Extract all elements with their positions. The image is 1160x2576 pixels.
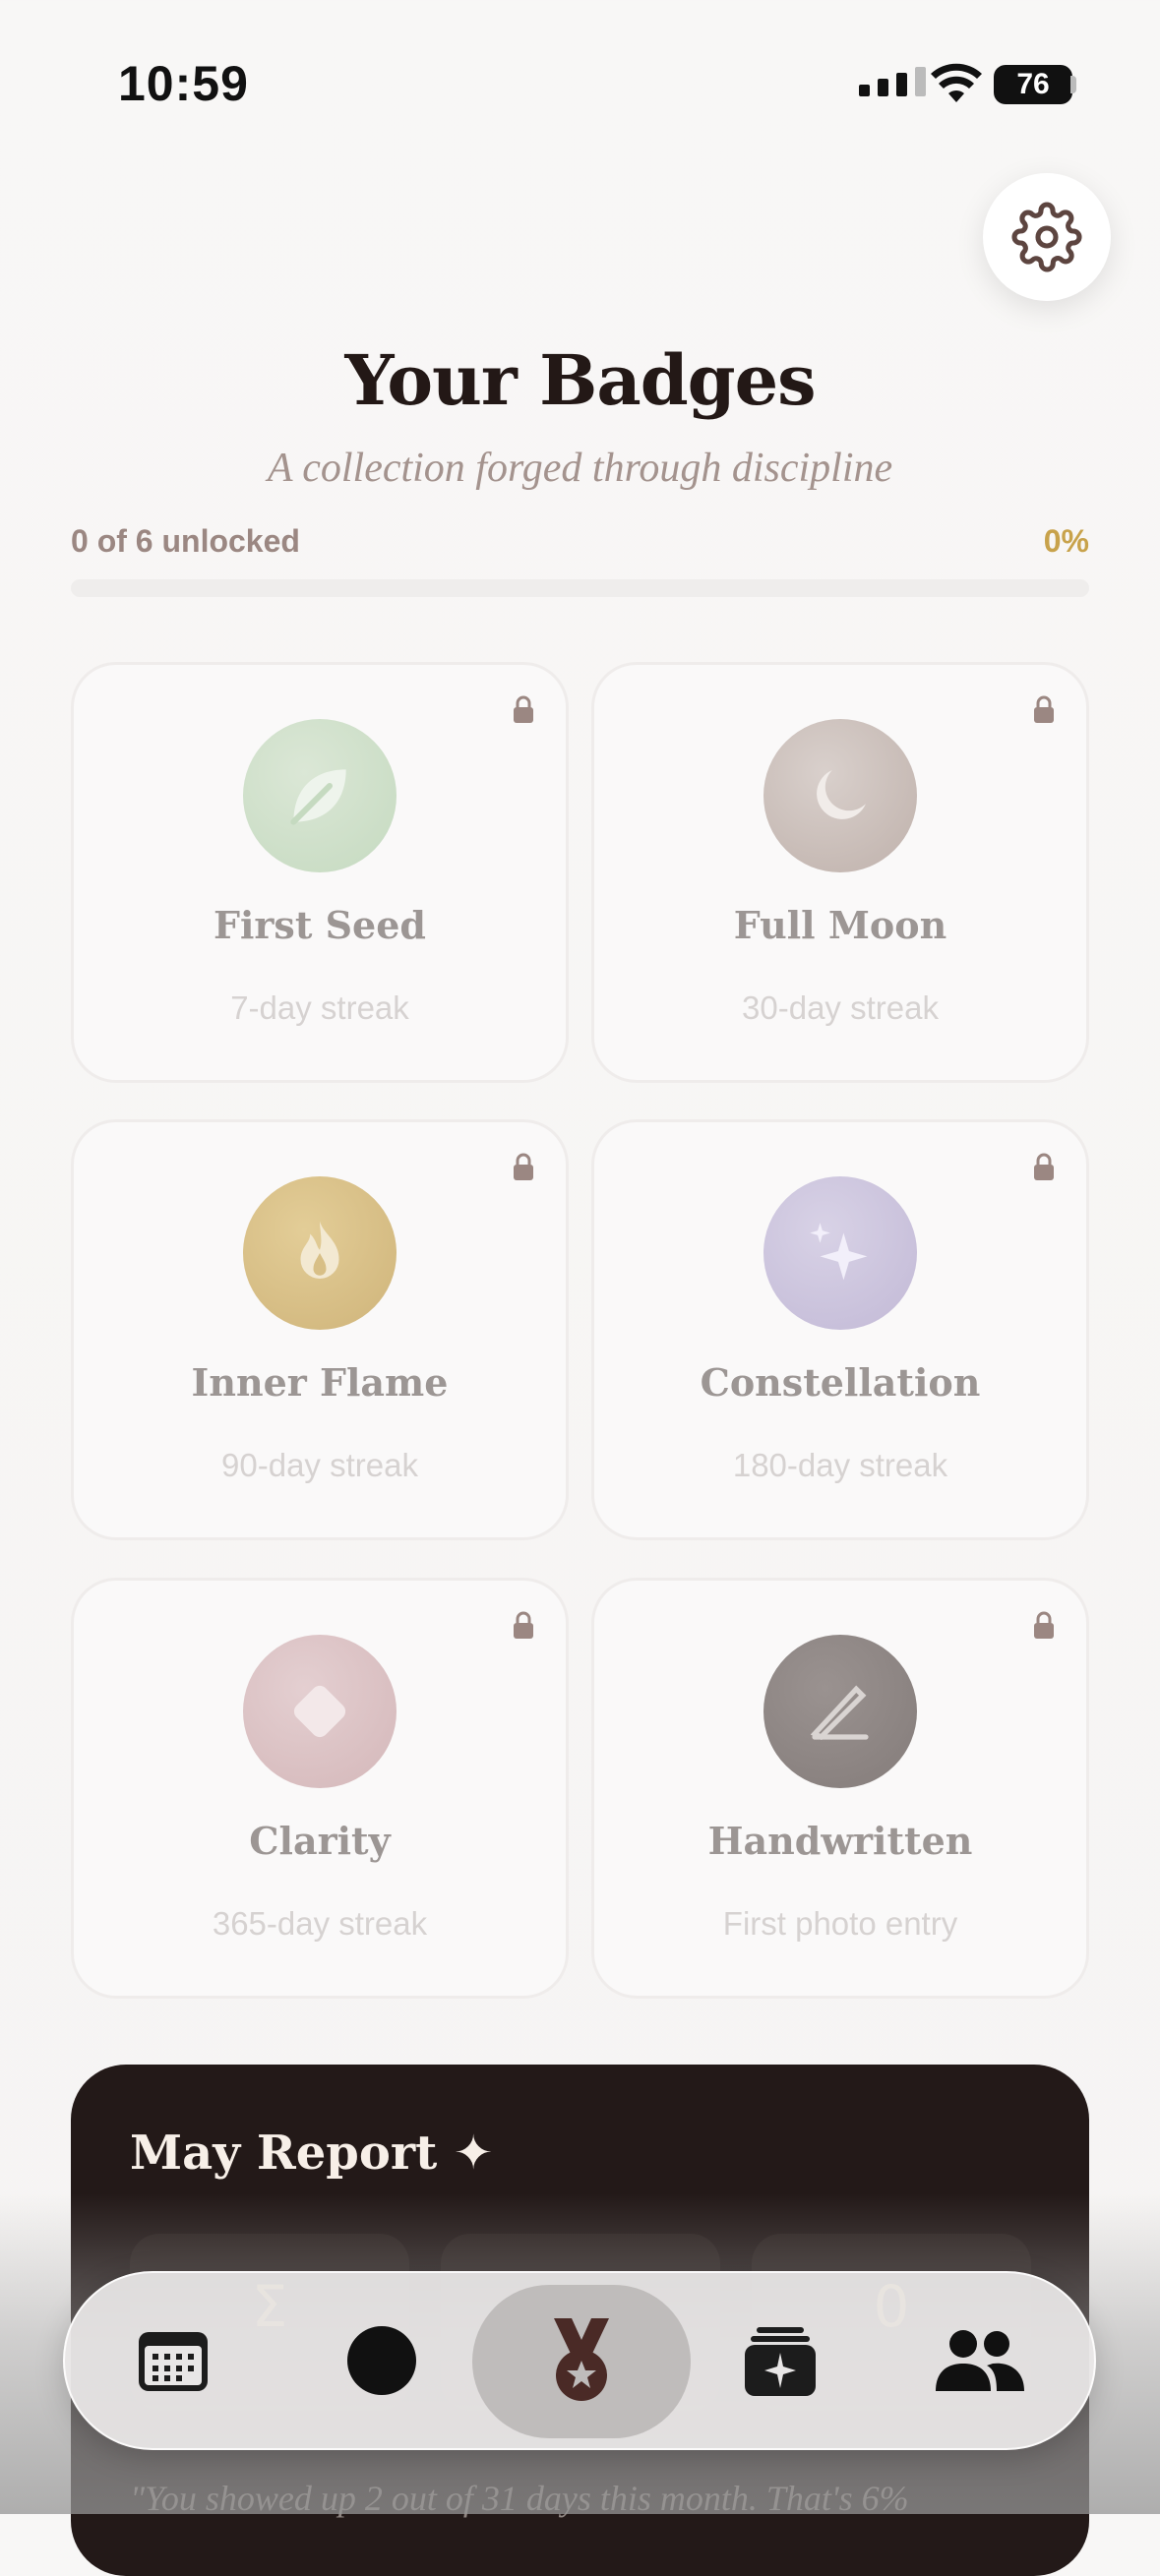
tab-calendar[interactable] — [99, 2273, 247, 2448]
status-time: 10:59 — [118, 56, 249, 111]
unlock-count: 0 of 6 unlocked — [71, 523, 300, 559]
page-title: Your Badges — [344, 339, 816, 421]
badge-name: Clarity — [249, 1819, 391, 1863]
badge-name: Full Moon — [733, 903, 947, 947]
badge-card-first-seed[interactable]: First Seed 7-day streak — [71, 662, 569, 1083]
badge-icon-circle — [243, 1176, 397, 1330]
badge-requirement: 90-day streak — [221, 1447, 418, 1483]
badge-icon-circle — [763, 1176, 917, 1330]
tab-record[interactable] — [308, 2273, 456, 2448]
gear-icon — [1011, 202, 1082, 272]
badge-requirement: 30-day streak — [742, 989, 939, 1026]
signal-icon — [859, 67, 926, 96]
page-subtitle: A collection forged through discipline — [267, 446, 893, 491]
flame-icon — [300, 1221, 339, 1279]
cards-sparkle-icon — [745, 2327, 816, 2396]
progress-bar — [71, 579, 1089, 597]
badge-requirement: 365-day streak — [212, 1905, 428, 1942]
unlock-percent: 0% — [1043, 523, 1089, 559]
circle-icon — [347, 2326, 416, 2395]
badge-card-full-moon[interactable]: Full Moon 30-day streak — [591, 662, 1089, 1083]
battery-cap — [1070, 76, 1076, 93]
lock-icon — [1034, 1611, 1054, 1639]
badge-requirement: First photo entry — [722, 1905, 958, 1942]
sparkle-icon: ✦ — [454, 2126, 494, 2181]
calendar-icon — [139, 2332, 208, 2391]
sparkle-icon — [810, 1223, 868, 1281]
people-icon — [936, 2330, 1024, 2391]
badge-icon-circle — [243, 1635, 397, 1788]
moon-icon — [817, 770, 866, 819]
lock-icon — [514, 695, 533, 723]
report-title: May Report ✦ — [130, 2126, 493, 2181]
badge-icon-circle — [763, 1635, 917, 1788]
badge-icon-circle — [243, 719, 397, 872]
badge-name: Handwritten — [707, 1819, 973, 1863]
badge-requirement: 7-day streak — [230, 989, 409, 1026]
badge-card-clarity[interactable]: Clarity 365-day streak — [71, 1578, 569, 1999]
report-quote: "You showed up 2 out of 31 days this mon… — [130, 2479, 909, 2518]
badge-card-inner-flame[interactable]: Inner Flame 90-day streak — [71, 1119, 569, 1540]
badge-name: Constellation — [700, 1360, 981, 1405]
badge-card-handwritten[interactable]: Handwritten First photo entry — [591, 1578, 1089, 1999]
lock-icon — [514, 1153, 533, 1180]
lock-icon — [514, 1611, 533, 1639]
battery-icon: 76 — [994, 65, 1072, 104]
pen-icon — [810, 1685, 869, 1741]
leaf-icon — [290, 769, 346, 825]
lock-icon — [1034, 695, 1054, 723]
medal-icon — [554, 2318, 609, 2401]
tab-bar — [63, 2271, 1096, 2450]
wifi-icon — [931, 63, 982, 102]
report-title-text: May Report — [130, 2126, 438, 2181]
battery-level: 76 — [1016, 68, 1050, 100]
badge-name: Inner Flame — [191, 1360, 449, 1405]
tab-badges[interactable] — [508, 2273, 655, 2448]
diamond-icon — [293, 1685, 346, 1738]
badge-card-constellation[interactable]: Constellation 180-day streak — [591, 1119, 1089, 1540]
tab-entries[interactable] — [706, 2273, 854, 2448]
badge-icon-circle — [763, 719, 917, 872]
badge-requirement: 180-day streak — [732, 1447, 948, 1483]
lock-icon — [1034, 1153, 1054, 1180]
tab-community[interactable] — [905, 2273, 1053, 2448]
badge-name: First Seed — [214, 903, 426, 947]
settings-button[interactable] — [983, 173, 1111, 301]
